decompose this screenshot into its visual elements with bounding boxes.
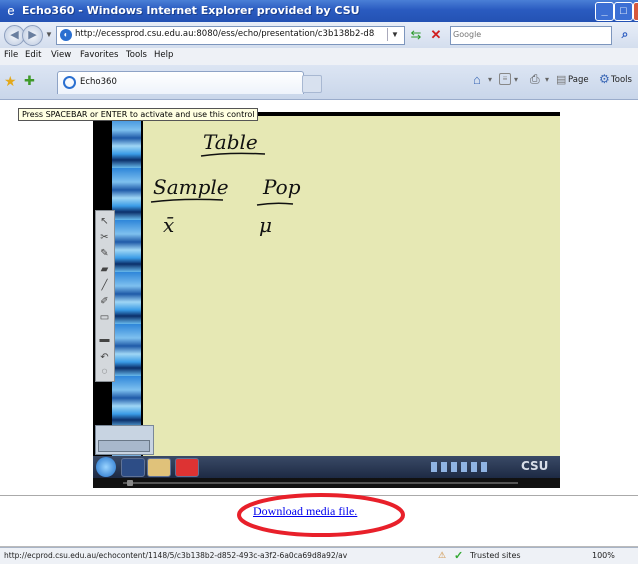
security-zone-label[interactable]: Trusted sites (470, 551, 521, 560)
menu-bar: File Edit View Favorites Tools Help (0, 48, 638, 66)
windows-taskbar: CSU (93, 456, 560, 478)
home-dropdown-icon[interactable]: ▾ (488, 75, 492, 84)
seek-thumb[interactable] (127, 480, 133, 486)
tools-menu[interactable]: Tools (611, 75, 632, 85)
menu-view[interactable]: View (51, 50, 71, 60)
player-seekbar[interactable] (93, 478, 560, 488)
recent-pages-dropdown-icon[interactable]: ▼ (45, 30, 53, 39)
minimize-button[interactable]: _ (595, 2, 614, 21)
sample-mean-symbol: x̄ (163, 213, 174, 237)
page-icon: ▤ (556, 74, 567, 86)
status-url: http://ecprod.csu.edu.au/echocontent/114… (4, 551, 348, 560)
population-mean-symbol: μ (259, 213, 272, 237)
sample-label: Sample (153, 175, 229, 199)
tab-favicon-icon (63, 76, 76, 89)
feeds-icon[interactable]: ≡ (499, 73, 511, 85)
taskbar-media-icon[interactable] (175, 458, 199, 477)
status-bar: http://ecprod.csu.edu.au/echocontent/114… (0, 547, 638, 564)
undo-icon[interactable]: ↶ (98, 351, 111, 364)
address-dropdown-icon[interactable]: ▼ (387, 28, 402, 41)
tab-toolbar: ★ ✚ Echo360 ⌂ ▾ ≡ ▾ ⎙ ▾ ▤ Page ⚙ Tools (0, 65, 638, 100)
page-menu[interactable]: Page (568, 75, 589, 85)
menu-help[interactable]: Help (154, 50, 173, 60)
menu-edit[interactable]: Edit (25, 50, 41, 60)
sample-underline (150, 198, 224, 203)
csu-logo: CSU (521, 459, 549, 473)
page-sorter-panel (95, 425, 154, 455)
pop-label: Pop (262, 175, 301, 199)
eraser-icon[interactable]: ▭ (98, 311, 111, 324)
activex-tooltip: Press SPACEBAR or ENTER to activate and … (18, 108, 259, 121)
check-icon: ✓ (454, 550, 464, 562)
address-input[interactable]: ◐ http://ecessprod.csu.edu.au:8080/ess/e… (56, 26, 405, 45)
whiteboard-heading: Table (203, 130, 258, 154)
smartboard-toolbox: ↖ ✂ ✎ ▰ ╱ ✐ ▭ ▬ ↶ ◌ (95, 210, 115, 382)
home-icon[interactable]: ⌂ (473, 72, 481, 87)
address-url-text[interactable]: http://ecessprod.csu.edu.au:8080/ess/ech… (75, 29, 375, 39)
pen-icon[interactable]: ✎ (98, 247, 111, 260)
search-icon[interactable]: ⌕ (618, 27, 632, 42)
taskbar-folder-icon[interactable] (147, 458, 171, 477)
address-toolbar: ◀ ▶ ▼ ◐ http://ecessprod.csu.edu.au:8080… (0, 22, 638, 49)
tab-label: Echo360 (80, 77, 117, 87)
minus-icon[interactable]: ▬ (98, 333, 111, 346)
refresh-icon[interactable]: ⇆ (408, 27, 424, 43)
zoom-level[interactable]: 100% (592, 551, 615, 560)
highlighter-icon[interactable]: ▰ (98, 263, 111, 276)
page-favicon-icon: ◐ (60, 29, 72, 41)
menu-favorites[interactable]: Favorites (80, 50, 118, 60)
new-tab-button[interactable] (302, 75, 322, 93)
favorites-star-icon[interactable]: ★ (4, 73, 17, 90)
window-title: Echo360 - Windows Internet Explorer prov… (22, 4, 360, 17)
search-input[interactable] (453, 28, 603, 41)
protected-mode-icon: ⚠ (438, 550, 447, 560)
ie-e-icon: e (7, 3, 15, 18)
tab-echo360[interactable]: Echo360 (57, 71, 304, 94)
close-button[interactable]: X (633, 2, 638, 21)
print-dropdown-icon[interactable]: ▾ (545, 75, 549, 84)
gear-icon: ⚙ (599, 72, 610, 86)
scissors-icon[interactable]: ✂ (98, 231, 111, 244)
highlight-circle-annotation (237, 493, 405, 537)
maximize-button[interactable]: □ (614, 2, 633, 21)
stop-icon[interactable]: ✕ (428, 27, 444, 43)
start-button[interactable] (96, 457, 116, 477)
marker-icon[interactable]: ✐ (98, 295, 111, 308)
clear-icon[interactable]: ◌ (98, 365, 111, 378)
page-panel-controls[interactable] (98, 440, 150, 452)
desktop-wallpaper-strip (112, 116, 141, 456)
menu-file[interactable]: File (4, 50, 18, 60)
system-tray-icons (431, 462, 491, 472)
line-icon[interactable]: ╱ (98, 279, 111, 292)
search-box[interactable] (450, 26, 612, 45)
window-title-bar[interactable]: e Echo360 - Windows Internet Explorer pr… (0, 0, 638, 22)
select-arrow-icon[interactable]: ↖ (98, 215, 111, 228)
menu-tools[interactable]: Tools (126, 50, 147, 60)
feeds-dropdown-icon[interactable]: ▾ (514, 75, 518, 84)
taskbar-browser-icon[interactable] (121, 458, 145, 477)
seek-track[interactable] (123, 482, 518, 484)
whiteboard-ink: Table Sample Pop x̄ μ (150, 130, 301, 237)
add-favorite-icon[interactable]: ✚ (24, 73, 35, 89)
print-icon[interactable]: ⎙ (530, 72, 540, 87)
pop-underline (256, 202, 294, 206)
forward-button[interactable]: ▶ (22, 25, 43, 46)
